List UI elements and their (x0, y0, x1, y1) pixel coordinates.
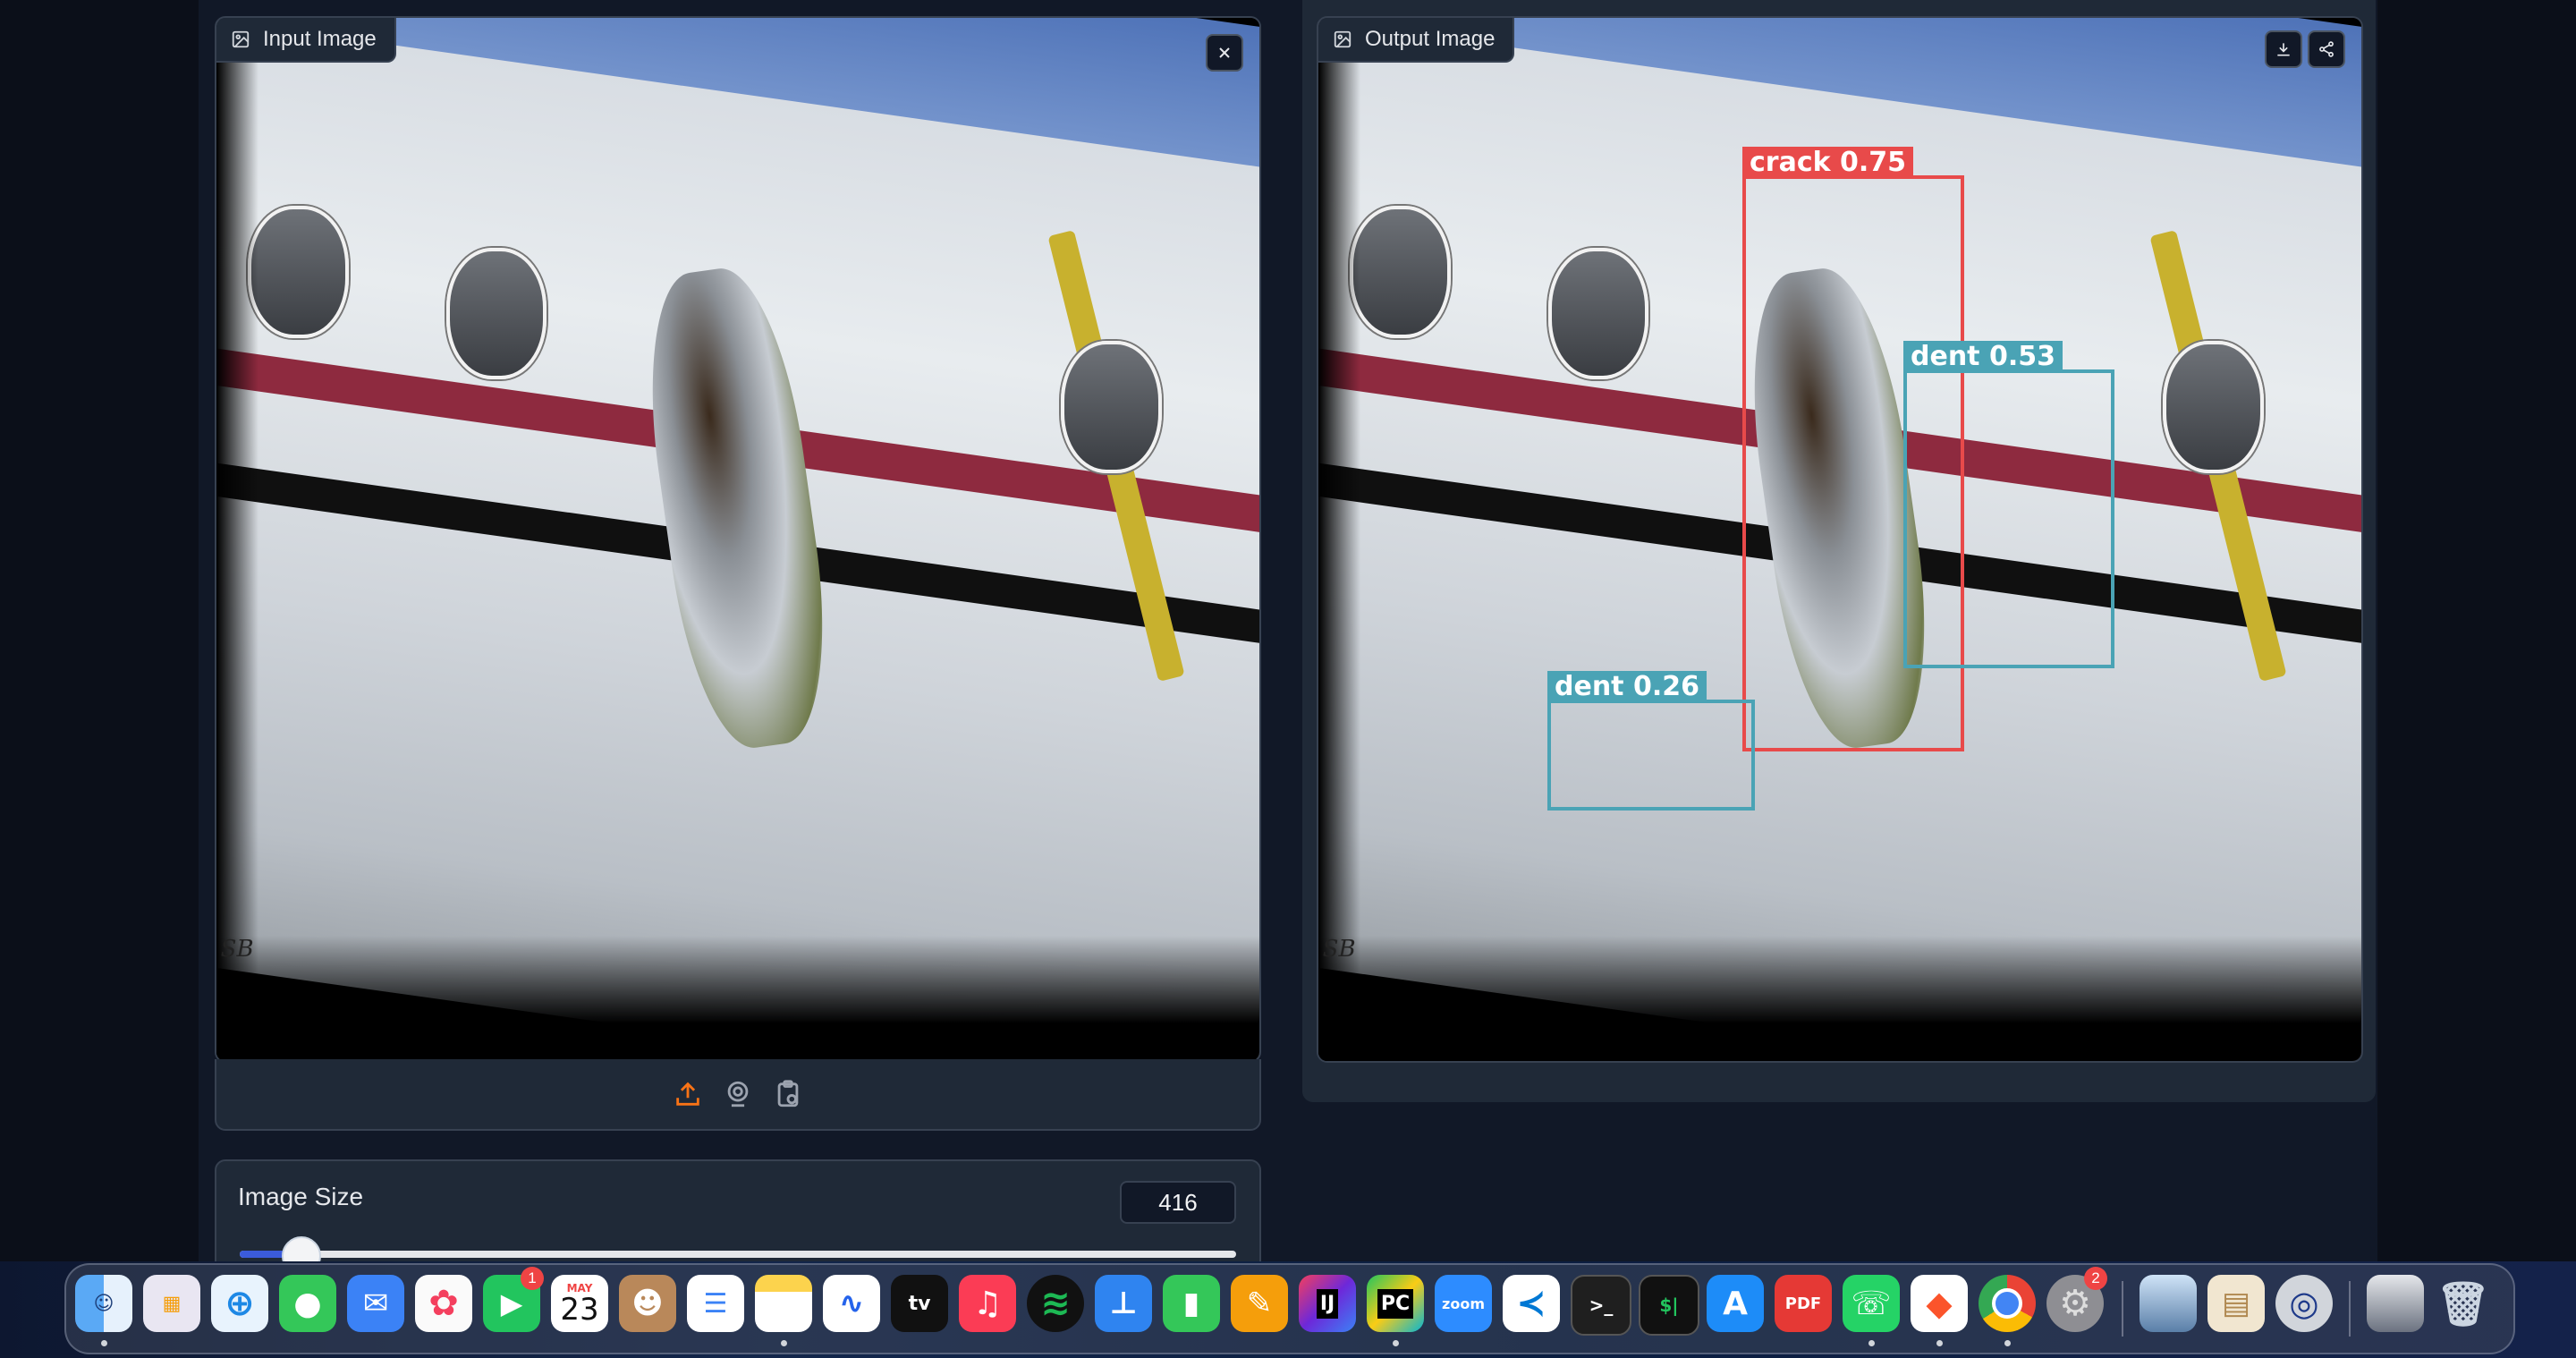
safari-icon[interactable]: ⊕ (211, 1275, 268, 1332)
quicktime-icon[interactable]: ◎ (2275, 1275, 2333, 1332)
launchpad-icon[interactable]: ▦ (143, 1275, 200, 1332)
upload-icon[interactable] (673, 1079, 703, 1109)
pycharm-label: PC (1377, 1288, 1414, 1319)
archive-utility-icon[interactable]: ▤ (2207, 1275, 2265, 1332)
contacts-icon[interactable]: ☻ (619, 1275, 676, 1332)
pdf-expert-icon[interactable]: PDF (1775, 1275, 1832, 1332)
spotify-icon[interactable]: ≋ (1027, 1275, 1084, 1332)
output-image-panel: SB crack 0.75 dent 0.53 dent 0.26 Output… (1317, 16, 2363, 1063)
photos-icon[interactable]: ✿ (415, 1275, 472, 1332)
image-size-slider[interactable] (240, 1236, 1236, 1276)
pages-icon[interactable]: ✎ (1231, 1275, 1288, 1332)
apple-tv-label: tv (908, 1292, 931, 1315)
settings-badge: 2 (2084, 1267, 2107, 1290)
share-icon (2319, 41, 2334, 57)
detection-label: crack 0.75 (1742, 147, 1914, 178)
zoom-icon[interactable]: zoom (1435, 1275, 1492, 1332)
share-button[interactable] (2308, 30, 2345, 68)
intellij-label: IJ (1316, 1288, 1339, 1319)
freeform-icon[interactable]: ∿ (823, 1275, 880, 1332)
intellij-icon[interactable]: IJ (1299, 1275, 1356, 1332)
whatsapp-icon[interactable]: ☏ (1843, 1275, 1900, 1332)
image-icon (232, 30, 250, 48)
music-icon[interactable]: ♫ (959, 1275, 1016, 1332)
input-image-title: Input Image (263, 27, 377, 51)
close-icon (1219, 47, 1230, 58)
detection-label: dent 0.53 (1903, 341, 2063, 372)
detection-box-dent: dent 0.53 (1903, 341, 2114, 668)
image-watermark: SB (220, 936, 254, 963)
numbers-icon[interactable]: ▮ (1163, 1275, 1220, 1332)
notes-icon[interactable] (755, 1275, 812, 1332)
input-image-label: Input Image (216, 18, 396, 63)
detection-label: dent 0.26 (1547, 671, 1707, 702)
download-button[interactable] (2265, 30, 2302, 68)
messages-icon[interactable]: ● (279, 1275, 336, 1332)
chrome-icon[interactable] (1979, 1275, 2036, 1332)
preview-icon[interactable] (2140, 1275, 2197, 1332)
output-image-title: Output Image (1365, 27, 1496, 51)
mail-icon[interactable]: ✉ (347, 1275, 404, 1332)
input-source-toolbar (215, 1059, 1261, 1131)
finder-icon[interactable]: ☺ (75, 1275, 132, 1332)
output-image-label: Output Image (1318, 18, 1515, 63)
webcam-icon[interactable] (723, 1079, 753, 1109)
calendar-icon[interactable]: MAY 23 (551, 1275, 608, 1332)
trash-icon[interactable]: 🗑 (2435, 1275, 2492, 1332)
facetime-badge: 1 (521, 1267, 544, 1290)
clear-image-button[interactable] (1206, 34, 1243, 72)
brave-icon[interactable]: ◆ (1911, 1275, 1968, 1332)
pycharm-icon[interactable]: PC (1367, 1275, 1424, 1332)
image-watermark: SB (1322, 936, 1356, 963)
detection-box-dent: dent 0.26 (1547, 671, 1755, 811)
terminal-icon[interactable]: >_ (1571, 1275, 1631, 1336)
apple-tv-icon[interactable]: tv (891, 1275, 948, 1332)
dock: ☺ ▦ ⊕ ● ✉ ✿ ▶ 1 MAY 23 ☻ ☰ ∿ tv ♫ ≋ ⊥ ▮ … (64, 1263, 2515, 1354)
iterm-icon[interactable]: $| (1639, 1275, 1699, 1336)
output-image: SB crack 0.75 dent 0.53 dent 0.26 (1318, 18, 2361, 1061)
vscode-icon[interactable]: ≺ (1503, 1275, 1560, 1332)
input-image: SB (216, 18, 1259, 1061)
image-icon (1334, 30, 1352, 48)
zoom-label: zoom (1442, 1294, 1485, 1312)
keynote-icon[interactable]: ⊥ (1095, 1275, 1152, 1332)
image-size-label: Image Size (238, 1183, 364, 1210)
input-image-panel[interactable]: SB Input Image (215, 16, 1261, 1063)
app-store-icon[interactable]: A (1707, 1275, 1764, 1332)
image-size-input[interactable]: 416 (1120, 1181, 1236, 1224)
downloads-stack-icon[interactable] (2367, 1275, 2424, 1332)
clipboard-icon[interactable] (773, 1079, 803, 1109)
calendar-day: 23 (560, 1292, 599, 1328)
download-icon (2277, 43, 2290, 56)
pdf-label: PDF (1784, 1294, 1822, 1313)
reminders-icon[interactable]: ☰ (687, 1275, 744, 1332)
